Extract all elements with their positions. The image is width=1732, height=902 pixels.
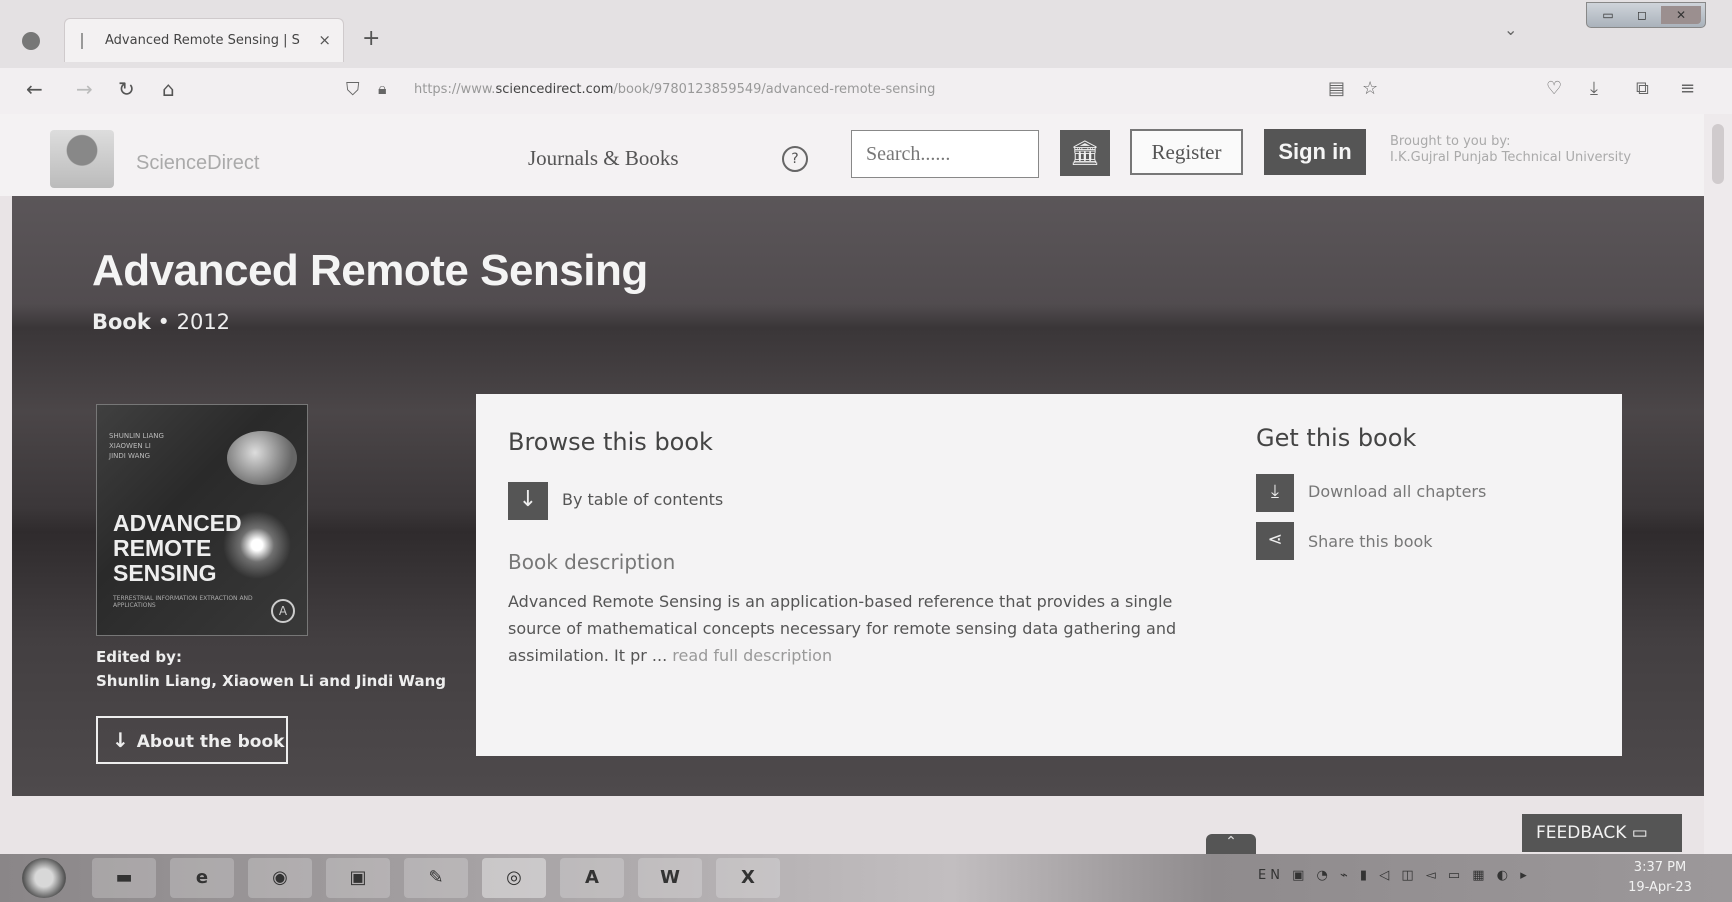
back-icon[interactable]: ← (26, 77, 43, 101)
word-icon[interactable]: W (638, 858, 702, 898)
new-tab-button[interactable]: + (362, 26, 380, 51)
windows-taskbar: ▬ e ◉ ▣ ✎ ◎ A W X EN ▣ ◔ ⌁ ▮ ◁ ◫ ◅ ▭ ▦ ◐… (0, 854, 1732, 902)
reload-icon[interactable]: ↻ (118, 77, 135, 101)
chat-icon: ▭ (1631, 823, 1648, 843)
feedback-button[interactable]: FEEDBACK ▭ (1522, 814, 1682, 852)
tab-list-chevron-icon[interactable]: ⌄ (1504, 20, 1517, 39)
minimize-icon[interactable]: ▭ (1593, 6, 1623, 24)
book-description: Advanced Remote Sensing is an applicatio… (508, 592, 1177, 665)
scroll-thumb[interactable] (1712, 124, 1724, 184)
taskbar-clock[interactable]: 3:37 PM 19-Apr-23 (1620, 858, 1700, 898)
firefox-icon[interactable] (22, 32, 40, 50)
chrome-icon[interactable]: ◉ (248, 858, 312, 898)
read-full-description-link[interactable]: read full description (672, 646, 832, 665)
browser-nav-bar: ← → ↻ ⌂ ⛉ 🔒︎ https://www.sciencedirect.c… (0, 68, 1732, 114)
cover-title: ADVANCED REMOTE SENSING (113, 510, 242, 586)
file-explorer-icon[interactable]: ▬ (92, 858, 156, 898)
pdf-reader-icon[interactable]: ▣ (326, 858, 390, 898)
search-placeholder: Search...... (866, 143, 951, 165)
close-tab-icon[interactable]: × (318, 31, 331, 49)
page-scrollbar[interactable] (1704, 114, 1732, 854)
elsevier-logo[interactable] (50, 130, 114, 188)
url-bar[interactable]: ⛉ 🔒︎ https://www.sciencedirect.com/book/… (340, 74, 1340, 108)
toc-arrow-icon[interactable]: ↓ (508, 482, 548, 520)
about-the-book-button[interactable]: ↓ About the book (96, 716, 288, 764)
help-icon[interactable]: ? (782, 146, 808, 172)
bookmark-star-icon[interactable]: ☆ (1362, 78, 1378, 99)
start-button[interactable] (22, 858, 66, 898)
brought-to-you-by: Brought to you by: I.K.Gujral Punjab Tec… (1390, 134, 1690, 166)
book-meta: Book • 2012 (92, 310, 231, 334)
internet-explorer-icon[interactable]: e (170, 858, 234, 898)
home-icon[interactable]: ⌂ (162, 77, 175, 101)
language-tool-icon[interactable]: A (560, 858, 624, 898)
edited-by-label: Edited by: (96, 648, 182, 666)
site-name[interactable]: ScienceDirect (136, 152, 259, 175)
close-window-icon[interactable]: ✕ (1661, 6, 1701, 24)
page-title: Advanced Remote Sensing (92, 246, 648, 295)
register-button[interactable]: Register (1130, 129, 1243, 175)
browser-tab[interactable]: Advanced Remote Sensing | Sc × (64, 18, 344, 62)
firefox-taskbar-icon[interactable]: ◎ (482, 858, 546, 898)
share-icon[interactable]: ⋖ (1256, 522, 1294, 560)
get-heading: Get this book (1256, 424, 1417, 452)
window-controls: ▭ ◻ ✕ (1586, 2, 1706, 28)
share-book-link[interactable]: Share this book (1308, 532, 1433, 551)
download-icon[interactable]: ⤓ (1256, 474, 1294, 512)
book-hero: Advanced Remote Sensing Book • 2012 SHUN… (12, 196, 1704, 796)
institution-name: I.K.Gujral Punjab Technical University (1390, 150, 1632, 165)
pocket-icon[interactable]: ♡ (1546, 78, 1562, 99)
url-text[interactable]: https://www.sciencedirect.com/book/97801… (414, 82, 935, 97)
editors: Shunlin Liang, Xiaowen Li and Jindi Wang (96, 672, 446, 690)
cover-authors: SHUNLIN LIANG XIAOWEN LI JINDI WANG (109, 432, 164, 460)
scanner-icon[interactable]: ✎ (404, 858, 468, 898)
tab-title: Advanced Remote Sensing | Sc (105, 33, 300, 48)
site-header: ScienceDirect Journals & Books ? Search.… (0, 114, 1732, 196)
arrow-down-icon: ↓ (112, 728, 129, 752)
browse-heading: Browse this book (508, 428, 713, 456)
publisher-logo-icon: A (271, 599, 295, 623)
sign-in-button[interactable]: Sign in (1264, 129, 1366, 175)
journals-books-link[interactable]: Journals & Books (528, 146, 679, 171)
browser-tab-strip: Advanced Remote Sensing | Sc × + ⌄ ▭ ◻ ✕ (0, 0, 1732, 70)
lock-icon[interactable]: 🔒︎ (378, 79, 387, 99)
downloads-icon[interactable]: ⤓ (1590, 78, 1598, 99)
description-heading: Book description (508, 550, 676, 574)
toc-link[interactable]: By table of contents (562, 490, 723, 509)
institution-icon[interactable]: 🏛︎ (1060, 130, 1110, 176)
search-input[interactable]: Search...... (851, 130, 1039, 178)
reader-view-icon[interactable]: ▤ (1328, 78, 1345, 99)
favicon-icon (81, 33, 87, 49)
scroll-top-icon[interactable]: ⌃ (1206, 834, 1256, 856)
earth-image (227, 431, 297, 485)
menu-icon[interactable]: ≡ (1680, 78, 1695, 99)
forward-icon[interactable]: → (76, 77, 93, 101)
excel-icon[interactable]: X (716, 858, 780, 898)
download-all-chapters-link[interactable]: Download all chapters (1308, 482, 1486, 501)
cover-subtitle: TERRESTRIAL INFORMATION EXTRACTION AND A… (113, 595, 253, 609)
book-cover[interactable]: SHUNLIN LIANG XIAOWEN LI JINDI WANG ADVA… (96, 404, 308, 636)
system-tray[interactable]: EN ▣ ◔ ⌁ ▮ ◁ ◫ ◅ ▭ ▦ ◐ ▸ (1258, 868, 1531, 883)
extensions-icon[interactable]: ⧉ (1636, 78, 1649, 99)
book-actions-card: Browse this book ↓ By table of contents … (476, 394, 1622, 756)
shield-icon[interactable]: ⛉ (346, 79, 360, 100)
maximize-icon[interactable]: ◻ (1627, 6, 1657, 24)
